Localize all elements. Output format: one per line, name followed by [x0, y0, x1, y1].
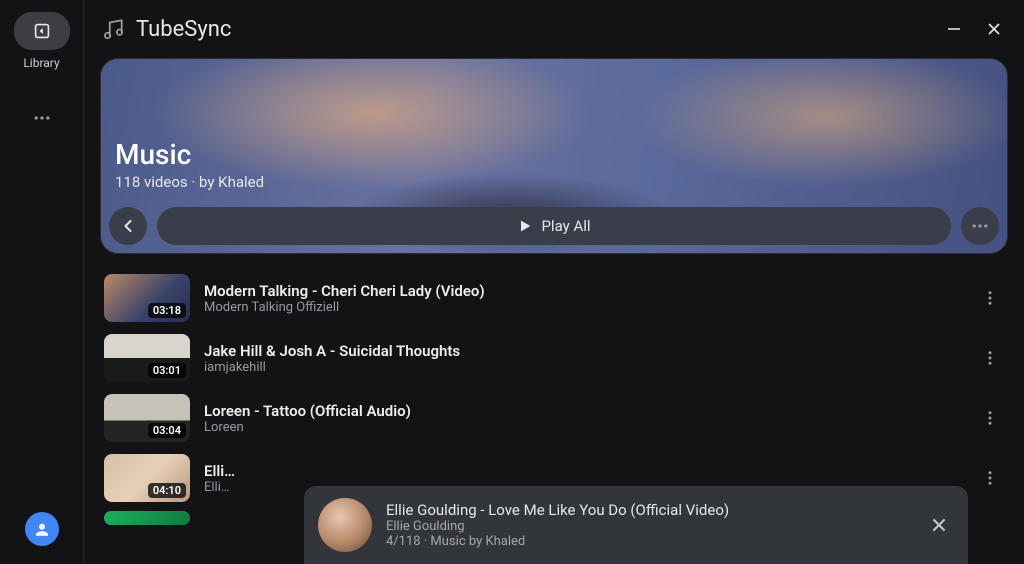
video-more-button[interactable]	[976, 409, 1004, 427]
dots-vertical-icon	[981, 409, 999, 427]
now-playing-toast[interactable]: Ellie Goulding - Love Me Like You Do (Of…	[304, 486, 968, 564]
library-label: Library	[23, 56, 59, 70]
close-icon	[986, 21, 1002, 37]
dots-vertical-icon	[981, 349, 999, 367]
toast-close-button[interactable]	[924, 510, 954, 540]
video-title: Loreen - Tattoo (Official Audio)	[204, 402, 962, 420]
dots-vertical-icon	[981, 289, 999, 307]
library-button[interactable]	[14, 12, 70, 50]
now-playing-artist: Ellie Goulding	[386, 519, 910, 534]
titlebar: TubeSync	[84, 0, 1024, 58]
video-more-button[interactable]	[976, 349, 1004, 367]
video-thumbnail: 03:18	[104, 274, 190, 322]
now-playing-thumbnail	[318, 498, 372, 552]
minimize-icon	[946, 21, 962, 37]
sidebar-more-button[interactable]	[22, 98, 62, 138]
playlist-subtitle: 118 videos · by Khaled	[115, 173, 264, 191]
video-thumbnail	[104, 511, 190, 525]
play-icon	[517, 218, 533, 234]
app-icon	[100, 16, 126, 42]
video-more-button[interactable]	[976, 469, 1004, 487]
playlist-more-button[interactable]	[961, 207, 999, 245]
video-row[interactable]: 03:18 Modern Talking - Cheri Cheri Lady …	[100, 268, 1008, 328]
play-all-button[interactable]: Play All	[157, 207, 951, 245]
now-playing-title: Ellie Goulding - Love Me Like You Do (Of…	[386, 501, 910, 519]
video-channel: iamjakehill	[204, 360, 962, 375]
video-duration: 03:01	[148, 363, 186, 378]
chevron-left-icon	[118, 216, 138, 236]
avatar-button[interactable]	[25, 512, 59, 546]
video-duration: 04:10	[148, 483, 186, 498]
video-more-button[interactable]	[976, 289, 1004, 307]
person-icon	[33, 520, 51, 538]
dots-horizontal-icon	[970, 216, 990, 236]
video-duration: 03:04	[148, 423, 186, 438]
play-all-label: Play All	[541, 217, 590, 235]
library-icon	[31, 20, 53, 42]
close-button[interactable]	[980, 15, 1008, 43]
video-thumbnail: 03:04	[104, 394, 190, 442]
dots-vertical-icon	[981, 469, 999, 487]
video-duration: 03:18	[148, 303, 186, 318]
close-icon	[930, 516, 948, 534]
video-title: Modern Talking - Cheri Cheri Lady (Video…	[204, 282, 962, 300]
video-title: Elli…	[204, 462, 962, 480]
app-title: TubeSync	[136, 17, 231, 42]
playlist-hero: Music 118 videos · by Khaled Play All	[100, 58, 1008, 254]
video-row[interactable]: 03:01 Jake Hill & Josh A - Suicidal Thou…	[100, 328, 1008, 388]
video-channel: Modern Talking Offiziell	[204, 300, 962, 315]
video-title: Jake Hill & Josh A - Suicidal Thoughts	[204, 342, 962, 360]
video-thumbnail: 04:10	[104, 454, 190, 502]
video-channel: Loreen	[204, 420, 962, 435]
now-playing-meta: 4/118 · Music by Khaled	[386, 534, 910, 549]
video-row[interactable]: 03:04 Loreen - Tattoo (Official Audio) L…	[100, 388, 1008, 448]
minimize-button[interactable]	[940, 15, 968, 43]
dots-horizontal-icon	[32, 108, 52, 128]
playlist-title: Music	[115, 138, 264, 171]
back-button[interactable]	[109, 207, 147, 245]
video-thumbnail: 03:01	[104, 334, 190, 382]
